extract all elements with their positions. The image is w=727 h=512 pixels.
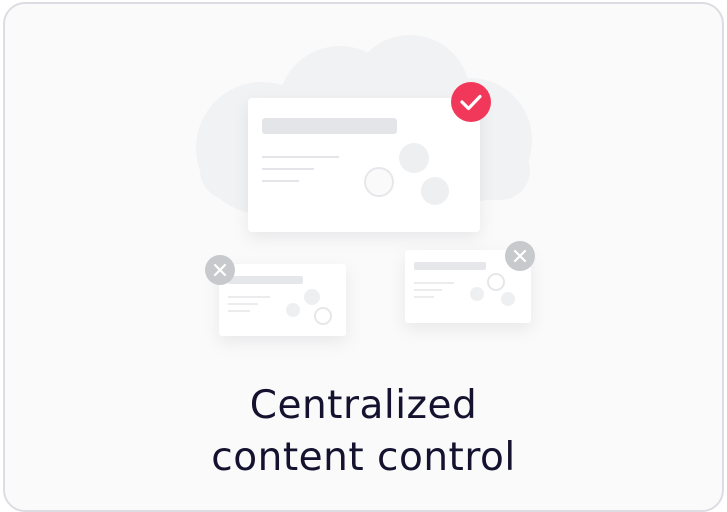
checkmark-badge-icon (451, 82, 491, 122)
card-title-line-2: content control (211, 435, 516, 480)
main-content-window (248, 98, 480, 232)
rejected-content-window-left (219, 264, 346, 336)
card-title: Centralized content control (0, 380, 727, 484)
card-title-line-1: Centralized (249, 383, 478, 428)
content-control-illustration (196, 35, 535, 336)
close-badge-icon (505, 241, 535, 271)
close-badge-icon (205, 255, 235, 285)
